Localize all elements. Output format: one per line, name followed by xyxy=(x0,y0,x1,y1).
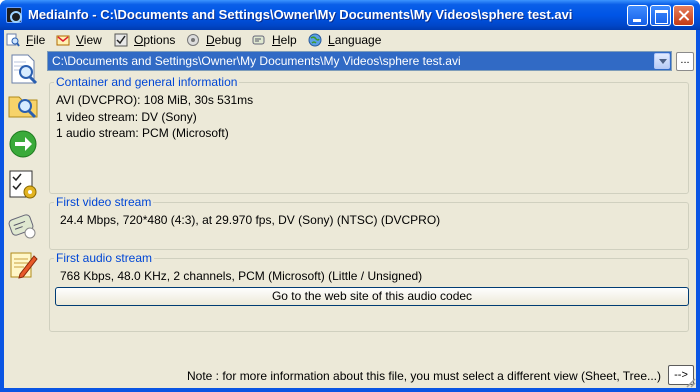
resize-grip-icon[interactable] xyxy=(684,376,696,388)
video-stream-title: First video stream xyxy=(54,195,154,209)
menu-help-label: Help xyxy=(272,32,297,47)
menu-bar: File View Options Debug Help Language xyxy=(4,30,696,49)
video-stream-group: First video stream 24.4 Mbps, 720*480 (4… xyxy=(49,195,689,250)
general-line: 1 audio stream: PCM (Microsoft) xyxy=(56,126,229,140)
close-button[interactable] xyxy=(673,5,694,26)
menu-view-label: View xyxy=(76,32,102,47)
menu-debug-label: Debug xyxy=(206,32,242,47)
title-bar[interactable]: MediaInfo - C:\Documents and Settings\Ow… xyxy=(0,0,700,30)
client-area: File View Options Debug Help Language C:… xyxy=(4,30,696,388)
menu-language-label: Language xyxy=(328,32,382,47)
menu-help[interactable]: Help xyxy=(252,31,297,48)
audio-stream-info: 768 Kbps, 48.0 KHz, 2 channels, PCM (Mic… xyxy=(60,269,423,283)
notes-icon[interactable] xyxy=(6,248,40,282)
window-title: MediaInfo - C:\Documents and Settings\Ow… xyxy=(28,7,573,22)
general-line: AVI (DVCPRO): 108 MiB, 30s 531ms xyxy=(56,93,254,107)
audio-stream-title: First audio stream xyxy=(54,251,155,265)
view-icon xyxy=(56,35,70,45)
open-file-icon[interactable] xyxy=(6,52,40,86)
side-toolbar xyxy=(4,50,44,388)
file-select-value: C:\Documents and Settings\Owner\My Docum… xyxy=(52,54,461,68)
video-stream-info: 24.4 Mbps, 720*480 (4:3), at 29.970 fps,… xyxy=(60,213,441,227)
chevron-down-icon[interactable] xyxy=(654,53,670,69)
maximize-button[interactable] xyxy=(650,5,671,26)
globe-icon xyxy=(308,33,322,46)
app-window: MediaInfo - C:\Documents and Settings\Ow… xyxy=(0,0,700,392)
general-info-group: Container and general information AVI (D… xyxy=(49,75,689,194)
audio-stream-group: First audio stream 768 Kbps, 48.0 KHz, 2… xyxy=(49,251,689,332)
mediainfo-app-icon[interactable] xyxy=(6,7,22,23)
help-icon xyxy=(252,35,265,44)
view-note: Note : for more information about this f… xyxy=(187,369,661,383)
menu-view[interactable]: View xyxy=(56,31,102,48)
menu-file-label: File xyxy=(26,32,46,47)
general-info-title: Container and general information xyxy=(54,75,240,89)
open-folder-icon[interactable] xyxy=(6,88,40,122)
menu-options[interactable]: Options xyxy=(114,31,175,48)
menu-language[interactable]: Language xyxy=(308,31,381,48)
settings-icon[interactable] xyxy=(6,168,40,202)
menu-options-label: Options xyxy=(134,32,176,47)
options-icon xyxy=(114,33,128,46)
minimize-button[interactable] xyxy=(627,5,648,26)
file-select-combo[interactable]: C:\Documents and Settings\Owner\My Docum… xyxy=(47,51,672,71)
general-line: 1 video stream: DV (Sony) xyxy=(56,110,197,124)
audio-codec-website-button[interactable]: Go to the web site of this audio codec xyxy=(55,287,689,306)
menu-debug[interactable]: Debug xyxy=(186,31,241,48)
next-arrow-icon[interactable] xyxy=(6,127,40,161)
help-icon[interactable] xyxy=(6,209,40,243)
browse-button[interactable]: ... xyxy=(676,52,694,71)
debug-icon xyxy=(187,33,199,46)
file-magnifier-icon xyxy=(6,33,20,47)
menu-file[interactable]: File xyxy=(6,31,45,48)
main-content: C:\Documents and Settings\Owner\My Docum… xyxy=(47,51,696,388)
